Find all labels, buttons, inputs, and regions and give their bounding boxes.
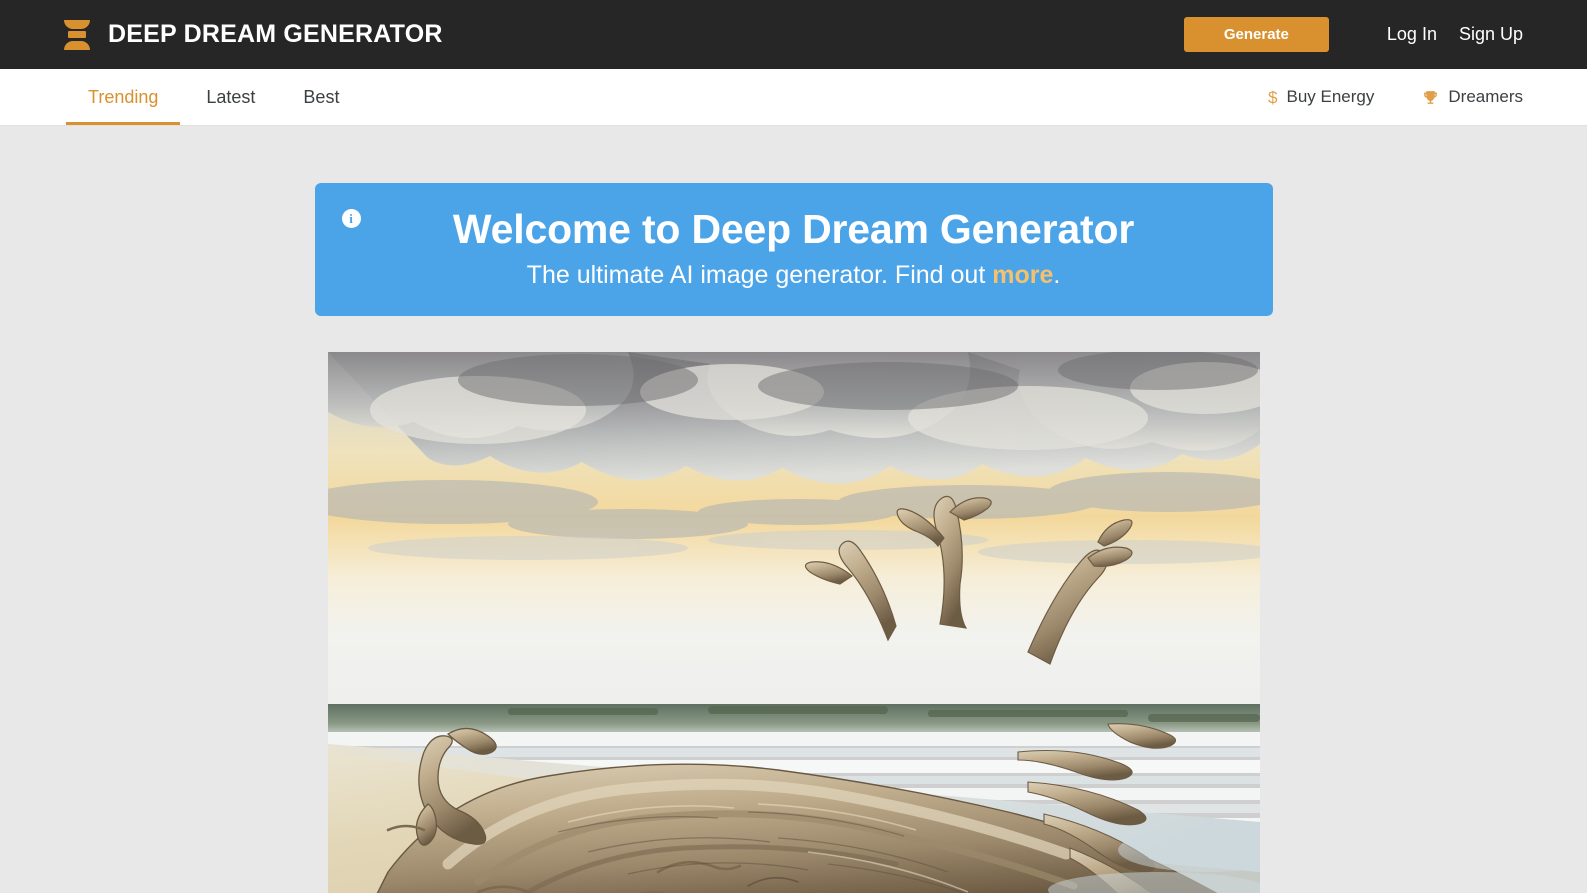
banner-subtitle-suffix: . [1053, 261, 1061, 290]
generate-button[interactable]: Generate [1183, 17, 1329, 52]
banner-more-link[interactable]: more [992, 261, 1053, 289]
dollar-icon: $ [1268, 87, 1278, 107]
top-header: DEEP DREAM GENERATOR Generate Log In Sig… [0, 0, 1587, 69]
info-circle-icon[interactable]: i [341, 209, 361, 228]
banner-subtitle-prefix: The ultimate AI image generator. Find ou… [526, 261, 993, 290]
ddg-logo-icon [64, 19, 90, 50]
artwork-image [327, 352, 1260, 893]
login-link[interactable]: Log In [1387, 24, 1437, 45]
trophy-icon [1422, 89, 1439, 106]
buy-energy-label: Buy Energy [1286, 87, 1375, 106]
feed-tabs: Trending Latest Best [64, 69, 363, 125]
tab-latest[interactable]: Latest [182, 69, 279, 125]
tab-best[interactable]: Best [279, 69, 363, 125]
buy-energy-link[interactable]: $ Buy Energy [1268, 87, 1374, 107]
tab-trending[interactable]: Trending [64, 69, 182, 125]
banner-subtitle: The ultimate AI image generator. Find ou… [335, 260, 1253, 290]
brand-title: DEEP DREAM GENERATOR [108, 20, 443, 48]
banner-title: Welcome to Deep Dream Generator [452, 206, 1135, 252]
welcome-banner: i Welcome to Deep Dream Generator The ul… [314, 183, 1273, 317]
brand-logo[interactable]: DEEP DREAM GENERATOR [64, 19, 443, 50]
featured-artwork[interactable] [327, 352, 1260, 893]
header-actions: Generate Log In Sign Up [1183, 17, 1523, 52]
dreamers-label: Dreamers [1448, 87, 1523, 106]
sub-navigation: Trending Latest Best $ Buy Energy Dreame… [0, 69, 1587, 126]
signup-link[interactable]: Sign Up [1459, 24, 1523, 45]
dreamers-link[interactable]: Dreamers [1422, 87, 1523, 107]
subnav-actions: $ Buy Energy Dreamers [1268, 69, 1523, 125]
main-content: i Welcome to Deep Dream Generator The ul… [0, 126, 1587, 893]
content-column: i Welcome to Deep Dream Generator The ul… [314, 126, 1273, 893]
